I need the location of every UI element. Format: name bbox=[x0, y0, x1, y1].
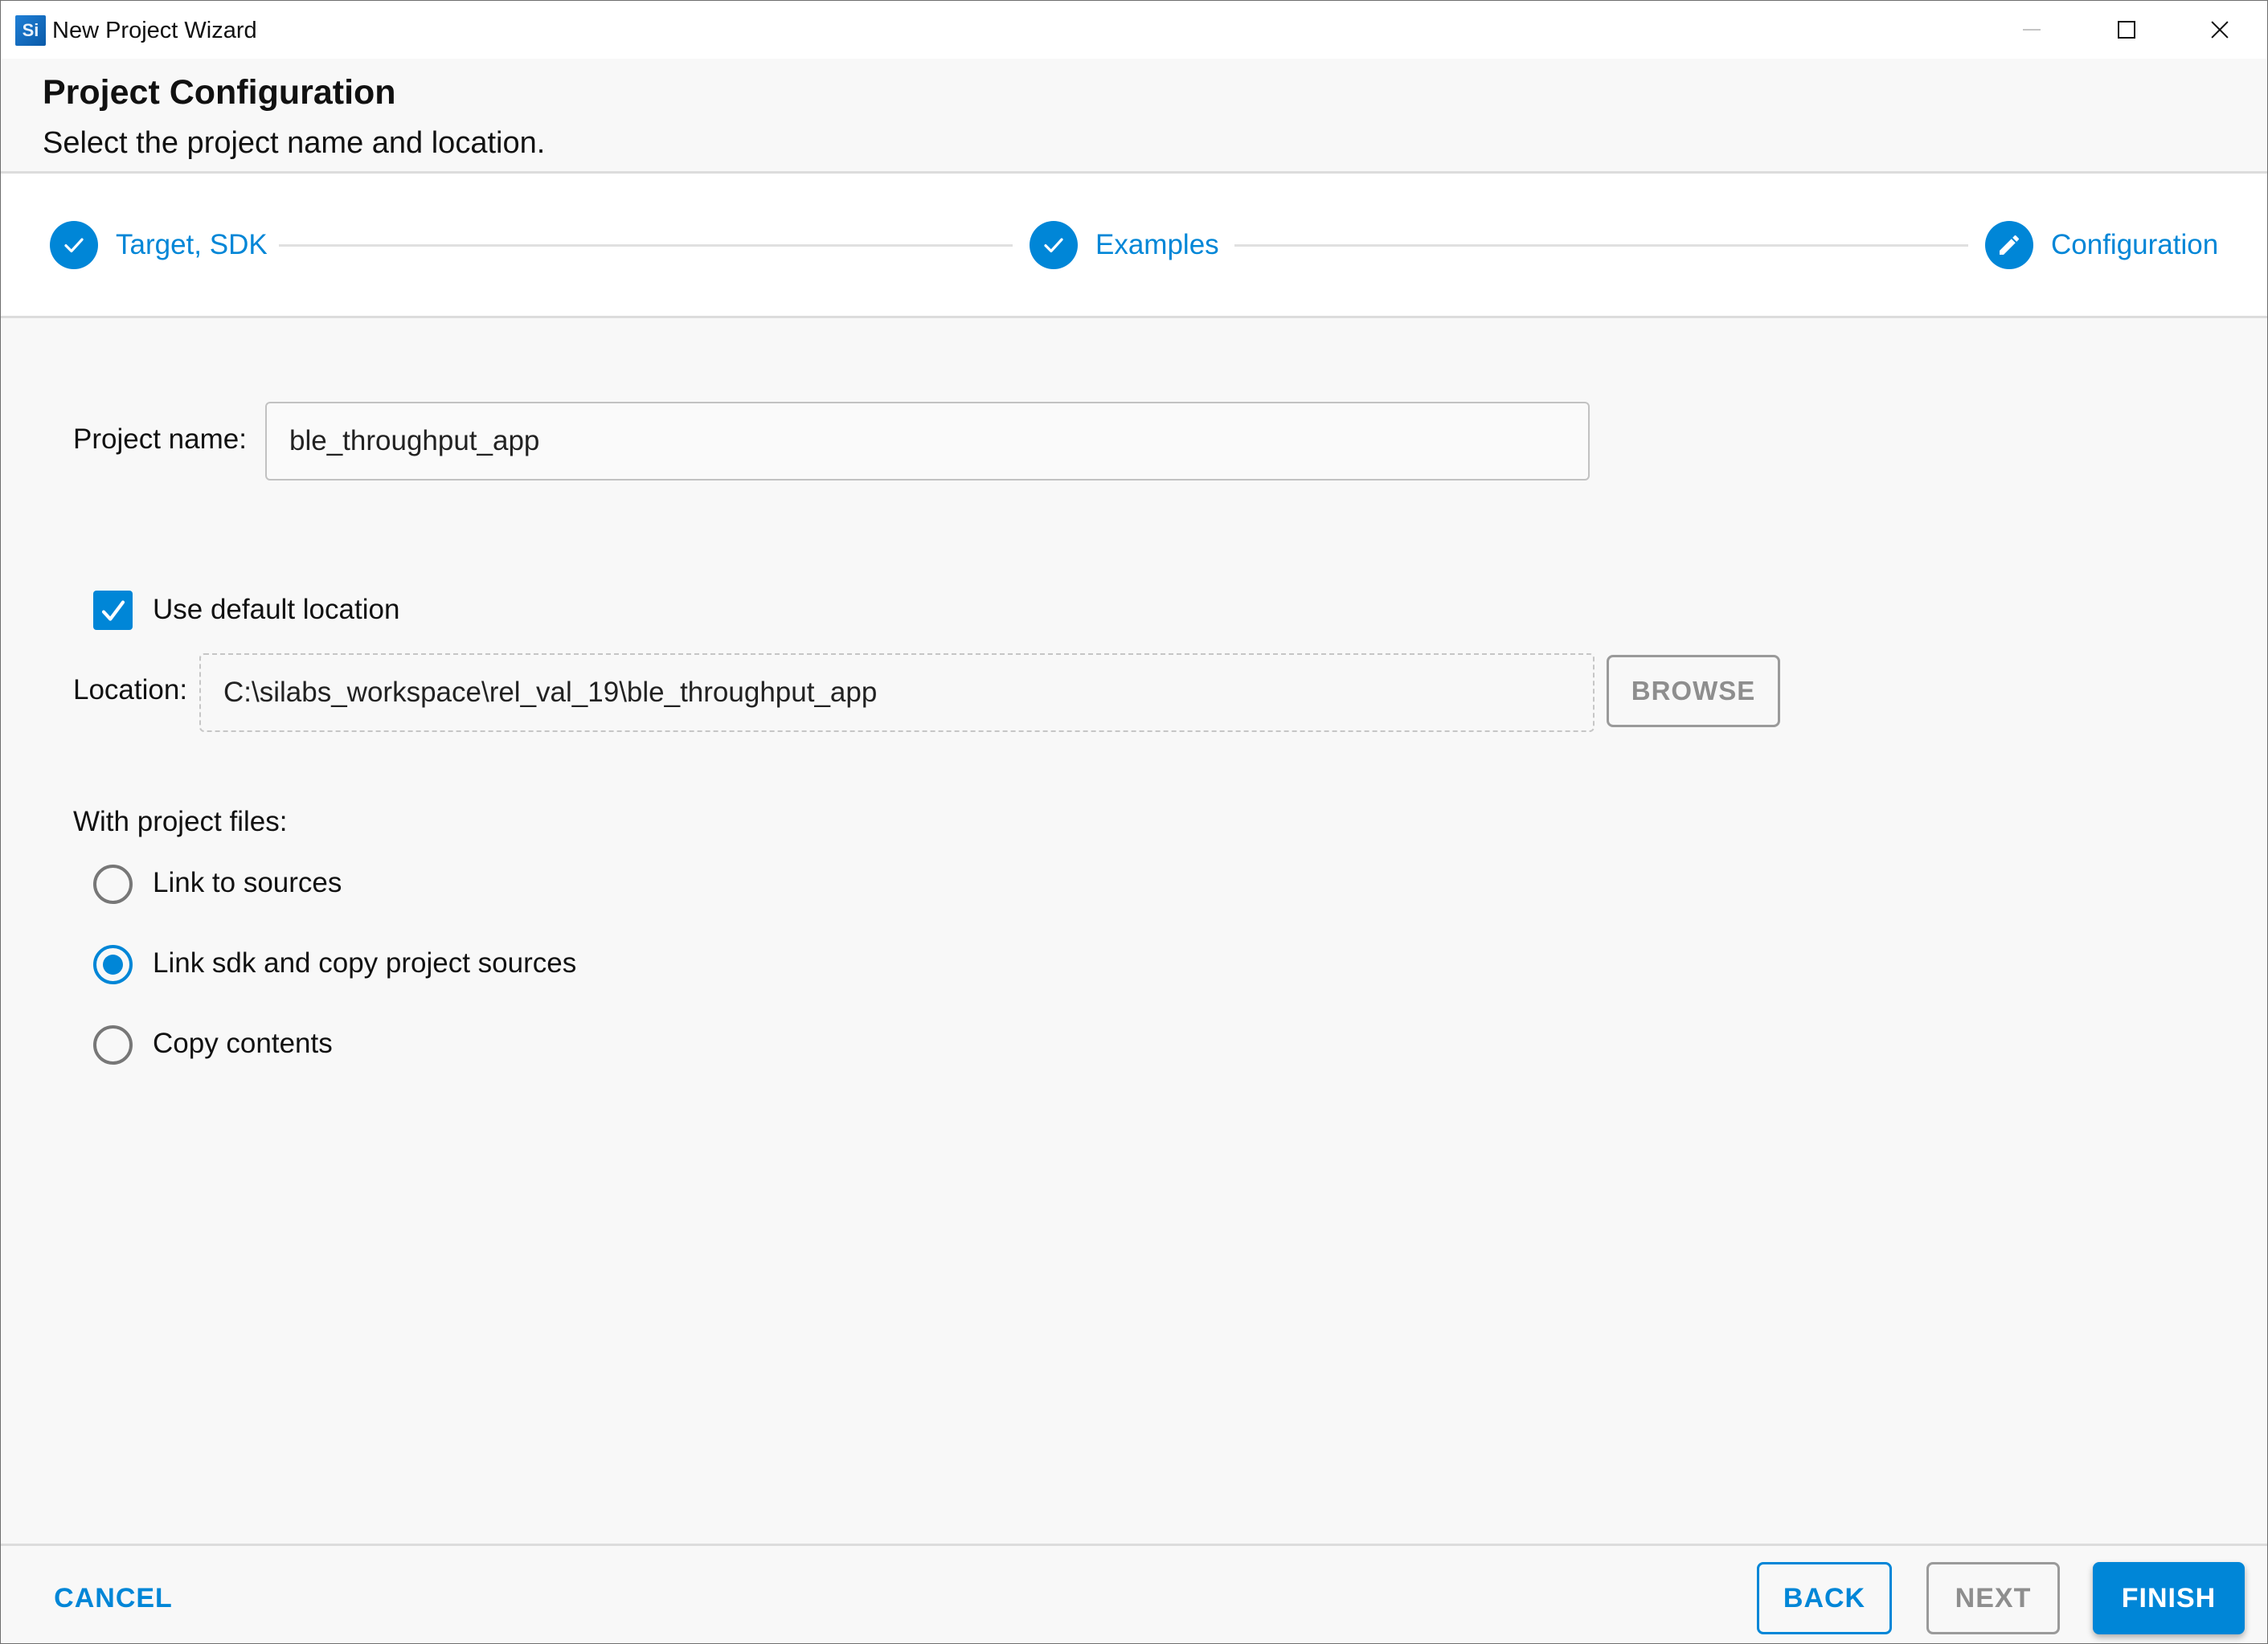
step-completed-badge bbox=[50, 221, 98, 269]
close-button[interactable] bbox=[2176, 1, 2264, 59]
page-title: Project Configuration bbox=[43, 73, 396, 112]
step-connector bbox=[279, 244, 1013, 247]
step-active-badge bbox=[1985, 221, 2033, 269]
minimize-button[interactable] bbox=[1988, 1, 2076, 59]
step-label: Examples bbox=[1095, 229, 1219, 260]
check-icon bbox=[64, 238, 84, 253]
minimize-icon bbox=[2023, 29, 2041, 31]
new-project-wizard-window: Si New Project Wizard Project Configurat… bbox=[0, 0, 2268, 1644]
step-connector bbox=[1234, 244, 1968, 247]
location-input bbox=[199, 653, 1595, 732]
check-icon bbox=[101, 599, 125, 621]
step-label: Configuration bbox=[2051, 229, 2219, 260]
window-title: New Project Wizard bbox=[52, 18, 257, 43]
step-configuration[interactable]: Configuration bbox=[1985, 220, 2218, 270]
radio-label-copy-contents[interactable]: Copy contents bbox=[153, 1028, 333, 1060]
step-target-sdk[interactable]: Target, SDK bbox=[50, 220, 268, 270]
silabs-app-icon: Si bbox=[15, 15, 46, 46]
page-header: Project Configuration Select the project… bbox=[1, 59, 2267, 174]
radio-link-to-sources[interactable] bbox=[93, 865, 133, 904]
browse-button: BROWSE bbox=[1607, 655, 1780, 727]
wizard-footer: CANCEL BACK NEXT FINISH bbox=[1, 1544, 2267, 1643]
use-default-location-checkbox[interactable] bbox=[93, 591, 133, 630]
radio-label-link-to-sources[interactable]: Link to sources bbox=[153, 867, 342, 899]
project-files-label: With project files: bbox=[73, 806, 288, 837]
check-icon bbox=[1044, 238, 1063, 253]
cancel-button[interactable]: CANCEL bbox=[41, 1562, 186, 1634]
pencil-icon bbox=[2000, 235, 2020, 255]
close-icon bbox=[2211, 21, 2229, 39]
step-completed-badge bbox=[1030, 221, 1078, 269]
radio-link-sdk-copy-sources[interactable] bbox=[93, 945, 133, 984]
project-name-label: Project name: bbox=[73, 423, 247, 455]
finish-button[interactable]: FINISH bbox=[2093, 1562, 2245, 1634]
back-button[interactable]: BACK bbox=[1757, 1562, 1892, 1634]
use-default-location-label[interactable]: Use default location bbox=[153, 594, 399, 626]
page-subtitle: Select the project name and location. bbox=[43, 126, 546, 160]
step-label: Target, SDK bbox=[116, 229, 268, 260]
project-name-input[interactable] bbox=[265, 402, 1590, 481]
radio-copy-contents[interactable] bbox=[93, 1025, 133, 1065]
maximize-icon bbox=[2118, 21, 2135, 39]
step-examples[interactable]: Examples bbox=[1030, 220, 1219, 270]
wizard-stepper: Target, SDK Examples Configuration bbox=[1, 174, 2267, 318]
location-label: Location: bbox=[73, 674, 188, 705]
maximize-button[interactable] bbox=[2082, 1, 2171, 59]
radio-label-link-sdk-copy-sources[interactable]: Link sdk and copy project sources bbox=[153, 947, 576, 979]
next-button: NEXT bbox=[1926, 1562, 2060, 1634]
title-bar: Si New Project Wizard bbox=[1, 1, 2267, 59]
